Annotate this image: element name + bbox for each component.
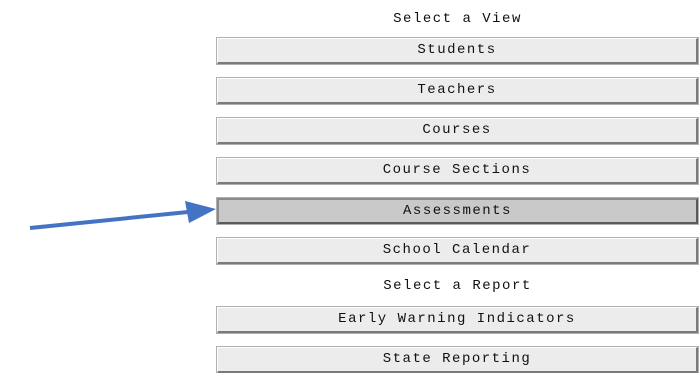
course-sections-button[interactable]: Course Sections: [216, 157, 699, 185]
select-view-heading: Select a View: [393, 11, 522, 27]
select-report-heading: Select a Report: [383, 278, 532, 294]
assessments-button[interactable]: Assessments: [216, 197, 699, 225]
annotation-arrow-icon: [29, 201, 216, 230]
students-button[interactable]: Students: [216, 37, 699, 65]
early-warning-indicators-button[interactable]: Early Warning Indicators: [216, 306, 699, 334]
annotation-arrow-shaft: [29, 210, 189, 230]
state-reporting-button[interactable]: State Reporting: [216, 346, 699, 373]
teachers-button[interactable]: Teachers: [216, 77, 699, 105]
annotation-arrow-head: [185, 201, 216, 223]
courses-button[interactable]: Courses: [216, 117, 699, 145]
school-calendar-button[interactable]: School Calendar: [216, 237, 699, 265]
